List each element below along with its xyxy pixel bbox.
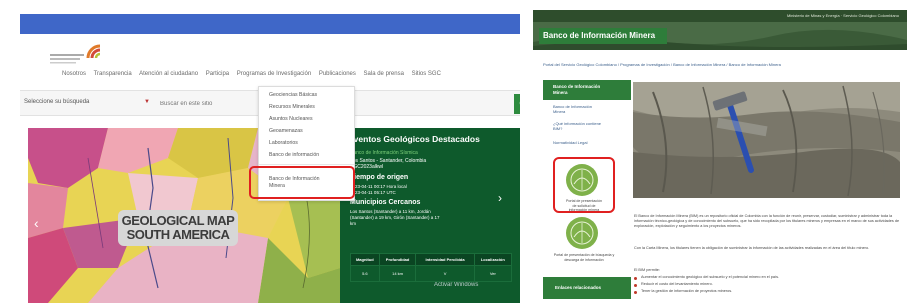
portal-solicitud-label: información minera	[568, 208, 600, 212]
portal-busqueda-label: descarga de información	[564, 257, 604, 262]
map-title-line1: GEOLOGICAL MAP	[121, 213, 235, 228]
nearby-towns-heading: Municipios Cercanos	[350, 199, 421, 206]
table-cell[interactable]: Ver	[473, 265, 513, 282]
sidebar-active-label: Minera	[553, 90, 568, 95]
right-screenshot-bim-page: Ministerio de Minas y Energía · Servicio…	[533, 0, 907, 303]
table-header: Intensidad Percibida	[415, 253, 475, 266]
header-top-strip: Ministerio de Minas y Energía · Servicio…	[533, 10, 907, 22]
nav-item-sitios[interactable]: Sitios SGC	[412, 71, 441, 77]
menu-item-recursos[interactable]: Recursos Minerales	[269, 104, 315, 110]
origin-time-heading: Tiempo de origen	[350, 174, 409, 181]
nav-item-participa[interactable]: Participa	[206, 71, 229, 77]
page-title: Banco de Información Minera	[543, 31, 656, 40]
origin-time-utc: 2023-04-11 05:17 UTC	[350, 190, 396, 195]
table-header: Localización	[473, 253, 513, 266]
rock-hammer-photo	[633, 82, 900, 198]
nav-item-atencion[interactable]: Atención al ciudadano	[139, 71, 198, 77]
table-header: Magnitud	[350, 253, 380, 266]
panel-divider	[522, 0, 533, 303]
left-screenshot-sgc-home: Nosotros Transparencia Atención al ciuda…	[0, 0, 520, 303]
nav-item-publicaciones[interactable]: Publicaciones	[319, 71, 356, 77]
carousel-prev-icon[interactable]: ‹	[34, 215, 39, 231]
list-item: Aumentar el conocimiento geológico del s…	[641, 275, 780, 279]
highlight-box	[249, 166, 355, 199]
table-cell: 5.6	[350, 265, 380, 282]
carousel-next-icon[interactable]: ›	[498, 191, 502, 205]
event-table: Magnitud Profundidad Intensidad Percibid…	[350, 253, 513, 282]
breadcrumb[interactable]: Portal del Servicio Geológico Colombiano…	[543, 62, 903, 67]
geological-events-panel: Eventos Geológicos Destacados Banco de I…	[340, 128, 520, 303]
table-cell: 14 km	[378, 265, 417, 282]
chevron-down-icon[interactable]: ▼	[144, 99, 150, 105]
nav-item-programas[interactable]: Programas de Investigación	[237, 71, 311, 77]
menu-divider	[259, 164, 354, 165]
main-nav: Nosotros Transparencia Atención al ciuda…	[62, 71, 520, 83]
nav-item-sala-prensa[interactable]: Sala de prensa	[364, 71, 404, 77]
nav-item-transparencia[interactable]: Transparencia	[94, 71, 132, 77]
nearby-towns-line: km	[350, 221, 356, 226]
table-cell: V	[415, 265, 475, 282]
menu-item-nucleares[interactable]: Asuntos Nucleares	[269, 116, 313, 122]
menu-item-geoamenazas[interactable]: Geoamenazas	[269, 128, 303, 134]
sgc-logo[interactable]	[48, 40, 108, 66]
events-subtitle[interactable]: Banco de Información Sísmica	[350, 150, 418, 156]
events-title: Eventos Geológicos Destacados	[348, 134, 480, 144]
portal-busqueda-icon[interactable]	[564, 215, 600, 251]
windows-watermark: Activar Windows	[434, 282, 479, 288]
bullet-icon	[634, 291, 637, 294]
nav-item-nosotros[interactable]: Nosotros	[62, 71, 86, 77]
bullet-icon	[634, 277, 637, 280]
bullet-icon	[634, 284, 637, 287]
table-header: Profundidad	[378, 253, 417, 266]
sidebar-link[interactable]: BIM?	[553, 126, 562, 131]
menu-item-geociencias[interactable]: Geociencias Básicas	[269, 92, 317, 98]
sidebar-active-label: Banco de Información	[553, 84, 601, 89]
map-title-label: GEOLOGICAL MAP SOUTH AMERICA	[118, 210, 238, 246]
related-links-label: Enlaces relacionados	[555, 285, 602, 290]
search-type-select[interactable]: Seleccione su búsqueda	[24, 99, 134, 105]
rock-photo-image	[633, 82, 900, 198]
menu-item-laboratorios[interactable]: Laboratorios	[269, 140, 298, 146]
intro-paragraph: El Banco de Información Minera (BIM) es …	[634, 214, 900, 228]
header-top-text: Ministerio de Minas y Energía · Servicio…	[786, 13, 899, 18]
list-title: El BIM permite:	[634, 268, 660, 272]
nearby-towns-line: Los Santos (Santander) a 11 km, Jordán	[350, 209, 431, 214]
search-button[interactable]	[514, 94, 520, 114]
map-title-line2: SOUTH AMERICA	[126, 227, 230, 242]
nearby-towns-line: (Santander) a 19 km, Girón (Santander) a…	[350, 215, 440, 220]
search-icon	[519, 101, 520, 105]
origin-time-local: 2023-04-11 00:17 Hora local	[350, 184, 407, 189]
top-blue-bar	[20, 14, 520, 34]
obligation-paragraph: Con la Carta Minera, los titulares tiene…	[634, 246, 870, 250]
sidebar-link[interactable]: Normatividad Legal	[553, 140, 587, 145]
list-item: Reducir el costo del levantamiento miner…	[641, 282, 713, 286]
sidebar-link[interactable]: Minera	[553, 109, 565, 114]
menu-item-banco-informacion[interactable]: Banco de información	[269, 152, 319, 158]
list-item: Tener la gestión de información de proye…	[641, 289, 733, 293]
table-row: 5.6 14 km V Ver	[350, 265, 513, 282]
portal-solicitud-icon[interactable]	[564, 162, 600, 198]
